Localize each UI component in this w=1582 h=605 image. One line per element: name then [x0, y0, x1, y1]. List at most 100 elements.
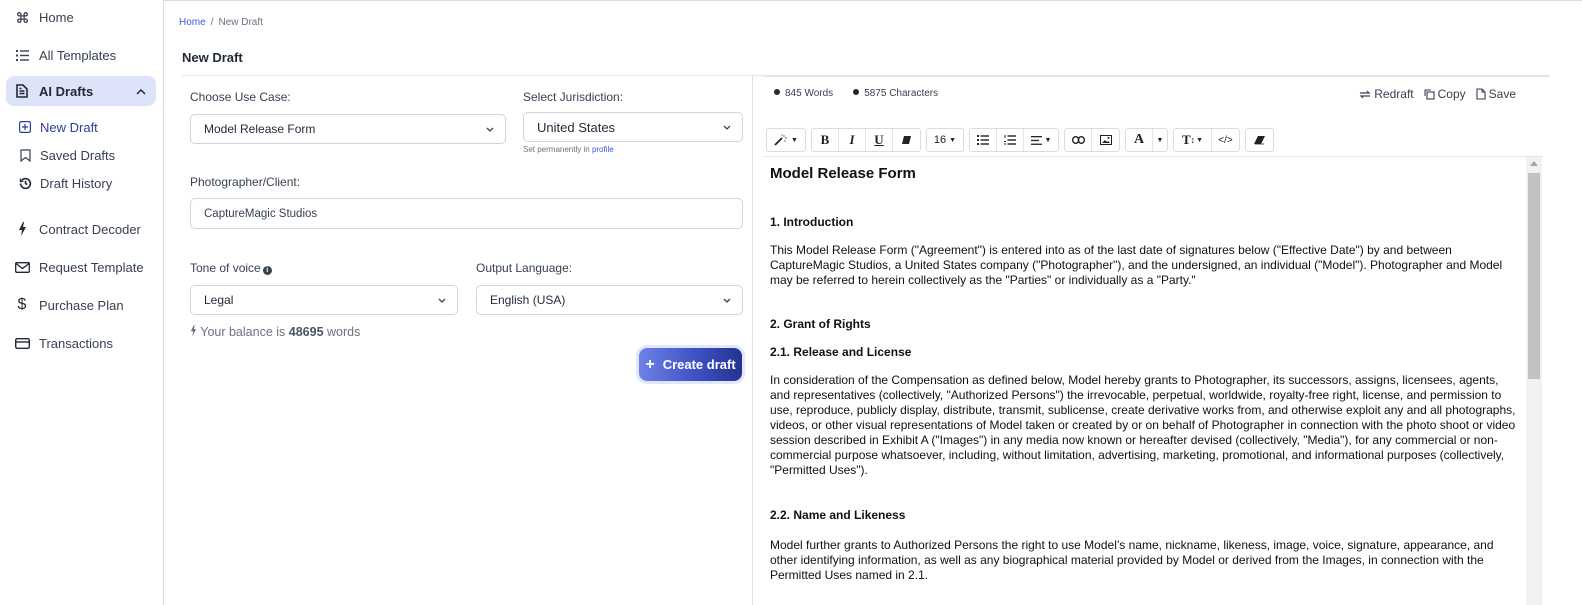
copy-icon [1424, 88, 1435, 100]
editor-scrollbar[interactable] [1526, 157, 1542, 605]
language-label: Output Language: [476, 261, 573, 275]
sidebar-item-label: Request Template [39, 259, 144, 275]
document-title: Model Release Form [770, 165, 916, 182]
toolbar-group-clear [1245, 128, 1274, 152]
client-label: Photographer/Client: [190, 175, 301, 189]
eraser-icon [902, 136, 911, 144]
italic-button[interactable]: I [839, 129, 866, 151]
character-count: 5875 Characters [853, 88, 938, 99]
chevron-up-icon[interactable] [136, 84, 146, 99]
bookmark-icon [18, 148, 32, 162]
bolt-icon [190, 325, 197, 336]
sidebar-subitem-label: Draft History [40, 175, 113, 191]
breadcrumb: Home / New Draft [179, 17, 263, 28]
character-count-text: 5875 Characters [864, 88, 939, 99]
magic-wand-button[interactable]: ▼ [767, 129, 805, 151]
redraft-button[interactable]: Redraft [1359, 87, 1414, 101]
sidebar-item-label: Purchase Plan [39, 297, 124, 313]
section-heading: 1. Introduction [770, 215, 854, 229]
section-paragraph: This Model Release Form ("Agreement") is… [770, 243, 1503, 287]
bullet-list-button[interactable] [970, 129, 997, 151]
jurisdiction-label: Select Jurisdiction: [523, 90, 624, 104]
image-icon [1099, 135, 1112, 145]
editor-actions: Redraft Copy Save [1359, 87, 1516, 101]
sidebar-item-home[interactable]: Home [6, 2, 156, 32]
tone-value: Legal [204, 293, 234, 307]
breadcrumb-separator: / [210, 17, 214, 28]
top-border [164, 0, 1582, 1]
create-draft-label: Create draft [662, 357, 736, 372]
section-heading: 2. Grant of Rights [770, 317, 871, 331]
balance-amount: 48695 [288, 325, 324, 339]
bold-button[interactable]: B [812, 129, 839, 151]
save-button[interactable]: Save [1476, 87, 1516, 101]
tone-label-text: Tone of voice [190, 261, 261, 275]
insert-link-button[interactable] [1065, 129, 1092, 151]
sidebar-item-transactions[interactable]: Transactions [6, 328, 156, 358]
code-view-button[interactable]: </> [1212, 129, 1239, 151]
info-icon[interactable]: i [262, 266, 272, 275]
sidebar-subitem-new-draft[interactable]: New Draft [18, 116, 98, 138]
create-draft-button[interactable]: + Create draft [639, 348, 742, 381]
use-case-select[interactable]: Model Release Form [190, 114, 506, 144]
sidebar-item-purchase-plan[interactable]: $ Purchase Plan [6, 290, 156, 320]
copy-button[interactable]: Copy [1424, 87, 1466, 101]
sidebar-item-label: All Templates [39, 47, 117, 63]
sidebar-item-label: Home [39, 9, 74, 25]
jurisdiction-select[interactable]: United States [523, 112, 743, 142]
panel-divider [752, 75, 753, 605]
client-input[interactable]: CaptureMagic Studios [190, 198, 743, 229]
chevron-down-icon [723, 125, 731, 130]
scrollbar-thumb[interactable] [1528, 173, 1540, 379]
font-color-button[interactable]: A [1126, 129, 1153, 151]
save-label: Save [1488, 87, 1516, 101]
tone-select[interactable]: Legal [190, 285, 458, 315]
sidebar-item-contract-decoder[interactable]: Contract Decoder [6, 214, 156, 244]
chevron-down-icon [486, 127, 494, 132]
sidebar-subitem-label: New Draft [40, 119, 98, 135]
file-icon [1476, 88, 1486, 100]
editor-toolbar: ▼ B I U 16 ▼ ▼ A ▼ T ↕ ▼ </> [766, 128, 1274, 152]
document-editor[interactable]: Model Release Form 1. Introduction This … [763, 157, 1526, 605]
align-dropdown[interactable]: ▼ [1024, 129, 1058, 151]
word-count: 845 Words [774, 88, 833, 99]
sidebar-item-ai-drafts[interactable]: AI Drafts [6, 76, 156, 106]
sidebar-item-label: Contract Decoder [39, 221, 141, 237]
sidebar-item-all-templates[interactable]: All Templates [6, 40, 156, 70]
app-root: Home All Templates AI Drafts New Draft S… [0, 0, 1582, 605]
chevron-down-icon [723, 298, 731, 303]
balance-text: Your balance is 48695 words [190, 325, 360, 339]
sidebar-item-request-template[interactable]: Request Template [6, 252, 156, 282]
redraft-label: Redraft [1374, 87, 1414, 101]
scroll-up-arrow-icon[interactable] [1530, 161, 1538, 166]
clear-format-button[interactable] [893, 129, 920, 151]
underline-button[interactable]: U [866, 129, 893, 151]
bullet-icon [853, 89, 860, 95]
balance-suffix: words [327, 325, 361, 339]
font-size-dropdown[interactable]: 16 ▼ [927, 129, 963, 151]
breadcrumb-current: New Draft [218, 17, 263, 28]
font-color-dropdown[interactable]: ▼ [1153, 129, 1167, 151]
eraser-button[interactable] [1246, 129, 1273, 151]
text-height-dropdown[interactable]: T ↕ ▼ [1174, 129, 1212, 151]
sidebar-subitem-draft-history[interactable]: Draft History [18, 172, 112, 194]
sidebar-subitem-saved-drafts[interactable]: Saved Drafts [18, 144, 115, 166]
numbered-list-button[interactable] [997, 129, 1024, 151]
use-case-value: Model Release Form [204, 122, 316, 136]
plus-icon: + [645, 355, 655, 373]
toolbar-group-fontsize: 16 ▼ [926, 128, 964, 152]
sidebar-subitem-label: Saved Drafts [40, 147, 116, 163]
breadcrumb-home-link[interactable]: Home [179, 17, 206, 28]
eraser-icon [1253, 136, 1265, 145]
insert-image-button[interactable] [1092, 129, 1119, 151]
toolbar-group-style: T ↕ ▼ </> [1173, 128, 1240, 152]
language-select[interactable]: English (USA) [476, 285, 743, 315]
redraft-icon [1359, 90, 1371, 98]
balance-prefix: Your balance is [200, 325, 286, 339]
toolbar-group-format: B I U [811, 128, 921, 152]
language-value: English (USA) [490, 293, 566, 307]
chevron-down-icon [438, 298, 446, 303]
profile-link[interactable]: profile [592, 145, 614, 154]
section-paragraph: In consideration of the Compensation as … [770, 373, 1516, 477]
history-icon [18, 177, 32, 190]
